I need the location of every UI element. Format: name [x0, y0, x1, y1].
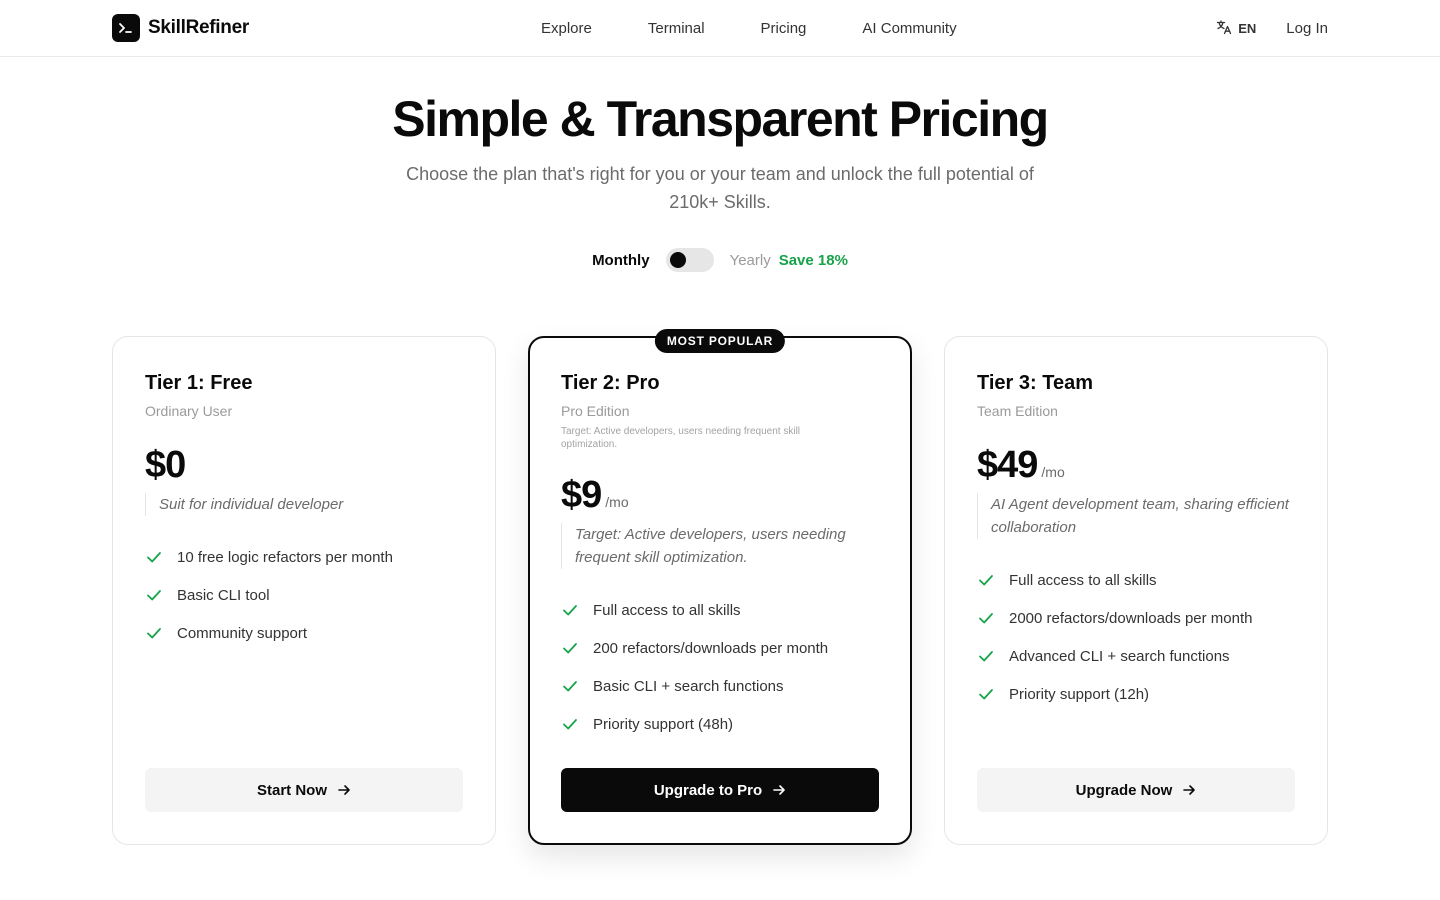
plan-price: $0 — [145, 444, 186, 486]
plan-feature-text: Full access to all skills — [1009, 571, 1157, 589]
plan-feature: Basic CLI + search functions — [561, 667, 879, 705]
most-popular-badge: MOST POPULAR — [654, 329, 786, 353]
start-now-button[interactable]: Start Now — [145, 768, 463, 812]
billing-period-switch: Monthly Yearly Save 18% — [0, 248, 1440, 272]
arrow-right-icon — [773, 785, 785, 795]
top-navbar: SkillRefiner Explore Terminal Pricing AI… — [0, 0, 1440, 57]
check-icon — [563, 605, 577, 616]
plan-feature: Community support — [145, 614, 463, 652]
plan-features: Full access to all skills 200 refactors/… — [561, 591, 879, 743]
plan-card-team: Tier 3: Team Team Edition $49 /mo AI Age… — [944, 336, 1328, 845]
billing-monthly-label[interactable]: Monthly — [592, 252, 650, 269]
plan-target: Target: Active developers, users needing… — [561, 426, 801, 450]
check-icon — [563, 643, 577, 654]
check-icon — [147, 590, 161, 601]
plan-feature: Full access to all skills — [977, 561, 1295, 599]
check-icon — [147, 628, 161, 639]
plan-feature: Priority support (12h) — [977, 675, 1295, 713]
plan-feature-text: 10 free logic refactors per month — [177, 548, 393, 566]
plan-feature: Full access to all skills — [561, 591, 879, 629]
plan-edition: Pro Edition — [561, 403, 630, 419]
plan-period: /mo — [605, 494, 629, 510]
check-icon — [563, 719, 577, 730]
plan-feature: 200 refactors/downloads per month — [561, 629, 879, 667]
nav-ai-community[interactable]: AI Community — [834, 20, 984, 37]
brand-name: SkillRefiner — [148, 17, 249, 38]
plan-feature-text: Basic CLI tool — [177, 586, 270, 604]
plan-name: Tier 1: Free — [145, 372, 253, 394]
yearly-savings-badge: Save 18% — [778, 251, 848, 269]
plan-feature-text: Full access to all skills — [593, 601, 741, 619]
plan-features: Full access to all skills 2000 refactors… — [977, 561, 1295, 713]
cta-label: Upgrade Now — [1075, 781, 1173, 799]
cta-label: Start Now — [256, 781, 327, 799]
plan-period: /mo — [1041, 464, 1065, 480]
upgrade-now-button[interactable]: Upgrade Now — [977, 768, 1295, 812]
language-switcher[interactable]: EN — [1216, 19, 1256, 38]
plan-card-free: Tier 1: Free Ordinary User $0 Suit for i… — [112, 336, 496, 845]
plan-description: Suit for individual developer — [145, 493, 463, 516]
check-icon — [979, 689, 993, 700]
plan-price-row: $0 — [145, 443, 463, 487]
nav-explore[interactable]: Explore — [513, 20, 620, 37]
plan-feature-text: 2000 refactors/downloads per month — [1009, 609, 1253, 627]
nav-pricing[interactable]: Pricing — [733, 20, 835, 37]
plan-feature: Advanced CLI + search functions — [977, 637, 1295, 675]
plan-features: 10 free logic refactors per month Basic … — [145, 538, 463, 652]
billing-yearly-label[interactable]: Yearly — [730, 252, 771, 269]
plan-card-content: Tier 1: Free Ordinary User $0 Suit for i… — [145, 369, 463, 652]
billing-toggle[interactable] — [665, 248, 714, 272]
nav-right: EN Log In — [1216, 0, 1328, 56]
main-nav: Explore Terminal Pricing AI Community — [513, 0, 985, 56]
plan-price-row: $9 /mo — [561, 473, 879, 517]
check-icon — [979, 575, 993, 586]
page-title: Simple & Transparent Pricing — [392, 91, 1049, 147]
plan-price-row: $49 /mo — [977, 443, 1295, 487]
plan-edition: Team Edition — [977, 403, 1058, 419]
plan-description: Target: Active developers, users needing… — [561, 523, 879, 569]
terminal-icon — [112, 14, 140, 42]
translate-icon — [1216, 19, 1232, 38]
plan-edition: Ordinary User — [145, 403, 233, 419]
plan-feature: Priority support (48h) — [561, 705, 879, 743]
plan-feature: Basic CLI tool — [145, 576, 463, 614]
plan-price: $9 — [561, 474, 602, 516]
plan-feature: 2000 refactors/downloads per month — [977, 599, 1295, 637]
page-subtitle: Choose the plan that's right for you or … — [406, 164, 1034, 212]
language-code: EN — [1238, 20, 1257, 36]
plan-description: AI Agent development team, sharing effic… — [977, 493, 1295, 539]
cta-label: Upgrade to Pro — [653, 781, 763, 799]
plan-name: Tier 2: Pro — [561, 372, 660, 394]
plan-feature-text: Priority support (48h) — [593, 715, 734, 733]
check-icon — [979, 651, 993, 662]
plan-card-content: Tier 2: Pro Pro Edition Target: Active d… — [561, 369, 879, 743]
plan-name: Tier 3: Team — [977, 372, 1093, 394]
check-icon — [979, 613, 993, 624]
plan-price: $49 — [977, 444, 1038, 486]
plan-feature-text: 200 refactors/downloads per month — [593, 639, 829, 657]
plan-feature-text: Priority support (12h) — [1009, 685, 1150, 703]
arrow-right-icon — [338, 785, 350, 795]
arrow-right-icon — [1183, 785, 1196, 795]
toggle-knob — [669, 252, 686, 268]
plan-feature-text: Basic CLI + search functions — [593, 677, 784, 695]
check-icon — [563, 681, 577, 692]
plan-feature-text: Advanced CLI + search functions — [1009, 647, 1230, 665]
login-link[interactable]: Log In — [1286, 20, 1328, 37]
plan-feature: 10 free logic refactors per month — [145, 538, 463, 576]
nav-terminal[interactable]: Terminal — [620, 20, 733, 37]
plan-feature-text: Community support — [177, 624, 308, 642]
plan-card-pro: MOST POPULAR Tier 2: Pro Pro Edition Tar… — [528, 329, 912, 845]
brand-logo[interactable]: SkillRefiner — [112, 14, 249, 42]
check-icon — [147, 552, 161, 563]
upgrade-to-pro-button[interactable]: Upgrade to Pro — [561, 768, 879, 812]
plan-card-content: Tier 3: Team Team Edition $49 /mo AI Age… — [977, 369, 1295, 713]
